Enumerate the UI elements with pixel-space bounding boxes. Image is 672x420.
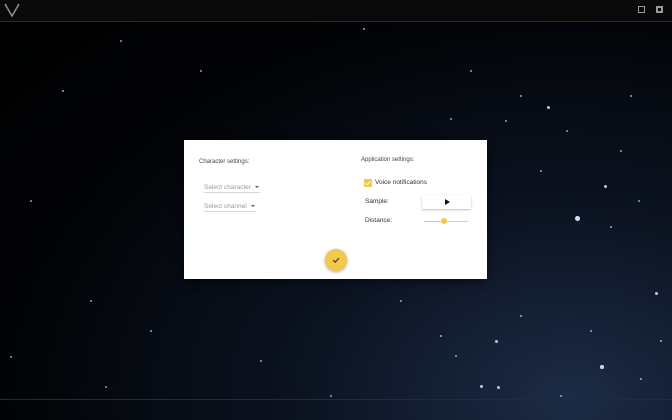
- star: [120, 40, 122, 42]
- confirm-button[interactable]: [325, 249, 347, 271]
- star: [600, 365, 604, 369]
- star: [640, 378, 643, 381]
- star: [455, 355, 457, 357]
- select-channel-label: Select channel: [204, 203, 247, 210]
- title-bar: [0, 0, 672, 22]
- check-icon: [365, 181, 371, 186]
- star: [505, 120, 507, 122]
- voice-notifications-checkbox[interactable]: [364, 179, 372, 187]
- chevron-down-icon: [254, 186, 259, 189]
- star: [450, 118, 452, 120]
- star: [62, 90, 65, 93]
- star: [10, 356, 12, 358]
- bottom-divider: [0, 399, 672, 400]
- star: [200, 70, 202, 72]
- star: [560, 395, 562, 397]
- sample-label: Sample:: [365, 198, 389, 205]
- distance-slider-thumb[interactable]: [440, 218, 447, 224]
- restore-icon[interactable]: [638, 6, 645, 13]
- application-settings-title: Application settings:: [361, 157, 415, 163]
- star: [440, 335, 443, 338]
- star: [575, 216, 580, 221]
- check-icon: [332, 257, 340, 263]
- select-character-label: Select character: [204, 184, 251, 191]
- select-character-dropdown[interactable]: Select character: [204, 184, 260, 193]
- star: [540, 170, 542, 172]
- star: [330, 395, 332, 397]
- sample-play-button[interactable]: [422, 195, 471, 209]
- star: [497, 386, 500, 389]
- star: [90, 300, 92, 302]
- star: [520, 315, 523, 318]
- star: [620, 150, 622, 152]
- star: [105, 386, 107, 388]
- star: [260, 360, 262, 362]
- star: [400, 300, 402, 302]
- star: [660, 340, 663, 343]
- star: [480, 385, 484, 389]
- star: [150, 330, 152, 332]
- star: [566, 130, 568, 132]
- star: [495, 340, 498, 343]
- star: [610, 226, 613, 229]
- star: [470, 70, 472, 72]
- panel-icon[interactable]: [656, 6, 663, 13]
- star: [547, 106, 550, 109]
- star: [30, 200, 32, 202]
- distance-slider[interactable]: [424, 218, 468, 224]
- star: [638, 200, 640, 202]
- chevron-down-icon: [250, 205, 255, 208]
- star: [630, 95, 632, 97]
- select-channel-dropdown[interactable]: Select channel: [204, 203, 256, 212]
- v-logo-icon: [4, 3, 20, 17]
- character-settings-title: Character settings:: [199, 159, 250, 165]
- voice-notifications-label: Voice notifications: [375, 179, 428, 186]
- star: [520, 95, 522, 97]
- star: [655, 292, 659, 296]
- play-icon: [445, 199, 450, 205]
- distance-label: Distance:: [365, 217, 393, 224]
- star: [590, 330, 592, 332]
- star: [363, 28, 366, 31]
- star: [604, 185, 608, 189]
